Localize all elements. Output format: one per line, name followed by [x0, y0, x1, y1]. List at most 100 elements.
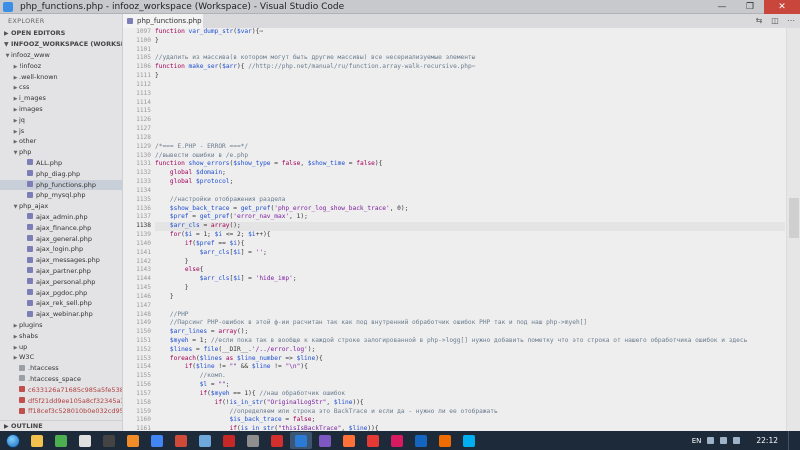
code-line[interactable]: foreach($lines as $line_number => $line)…: [155, 355, 785, 364]
tree-folder[interactable]: ▼ php_ajax: [0, 201, 122, 212]
code-line[interactable]: //определяем или строка это BackTrace и …: [155, 408, 785, 417]
code-line[interactable]: function show_errors($show_type = false,…: [155, 160, 785, 169]
tree-file[interactable]: ff18cef3c528010b0e032cd956f21...: [0, 406, 122, 417]
clock[interactable]: 22:12: [756, 436, 778, 445]
compare-icon[interactable]: ⇆: [754, 14, 764, 28]
outline-section[interactable]: ▶ OUTLINE: [0, 420, 122, 431]
taskbar-app-button[interactable]: [98, 432, 120, 449]
tree-file[interactable]: ajax_webinar.php: [0, 309, 122, 320]
taskbar-app-button[interactable]: [266, 432, 288, 449]
show-desktop-button[interactable]: [788, 431, 794, 450]
taskbar-app-button[interactable]: [410, 432, 432, 449]
tree-file[interactable]: .htaccess_space: [0, 374, 122, 385]
tree-folder[interactable]: ▶ css: [0, 82, 122, 93]
network-icon[interactable]: [707, 437, 715, 444]
tree-folder[interactable]: ▶ images: [0, 104, 122, 115]
volume-icon[interactable]: [720, 437, 728, 444]
code-editor[interactable]: 1097 1100 1101 1105 1106 1111 1112 1113 1114 1115…: [123, 28, 800, 431]
tree-folder[interactable]: ▶ jq: [0, 115, 122, 126]
code-line[interactable]: $myeh = 1; //если пока так в вообще к ка…: [155, 337, 785, 346]
tree-file[interactable]: ajax_messages.php: [0, 255, 122, 266]
taskbar-app-button[interactable]: [170, 432, 192, 449]
maximize-button[interactable]: ❐: [736, 0, 764, 14]
tree-file[interactable]: ajax_personal.php: [0, 277, 122, 288]
code-line[interactable]: [155, 187, 785, 196]
tree-file[interactable]: ajax_finance.php: [0, 223, 122, 234]
tree-file[interactable]: ajax_admin.php: [0, 212, 122, 223]
tree-folder[interactable]: ▼ infooz_www: [0, 50, 122, 61]
code-line[interactable]: [155, 116, 785, 125]
code-line[interactable]: [155, 99, 785, 108]
tree-folder[interactable]: ▶ up: [0, 342, 122, 353]
tree-file[interactable]: php_diag.php: [0, 169, 122, 180]
code-line[interactable]: if(!is_in_str("OriginalLogStr", $line)){: [155, 399, 785, 408]
code-line[interactable]: global $protocol;: [155, 178, 785, 187]
tree-file[interactable]: ALL.php: [0, 158, 122, 169]
tree-file[interactable]: ajax_partner.php: [0, 266, 122, 277]
tree-file[interactable]: ajax_pgdoc.php: [0, 288, 122, 299]
code-line[interactable]: //удалить из массива(в котором могут быт…: [155, 54, 785, 63]
minimize-button[interactable]: —: [708, 0, 736, 14]
code-line[interactable]: //вывести ошибки в /e.php: [155, 152, 785, 161]
code-line[interactable]: if($pref == $i){: [155, 240, 785, 249]
code-line[interactable]: }: [155, 284, 785, 293]
taskbar-app-button[interactable]: [194, 432, 216, 449]
taskbar-app-button[interactable]: [26, 432, 48, 449]
taskbar-app-button[interactable]: [290, 432, 312, 449]
code-line[interactable]: //настройки отображения раздела: [155, 196, 785, 205]
tree-folder[interactable]: ▶ other: [0, 136, 122, 147]
tree-file[interactable]: php_mysql.php: [0, 190, 122, 201]
code-line[interactable]: [155, 134, 785, 143]
tree-file[interactable]: ajax_login.php: [0, 244, 122, 255]
tree-file[interactable]: php_functions.php: [0, 179, 122, 191]
code-line[interactable]: function var_dump_str($var){⋯: [155, 28, 785, 37]
tree-file[interactable]: ajax_general.php: [0, 234, 122, 245]
code-area[interactable]: function var_dump_str($var){⋯} //удалить …: [155, 28, 785, 431]
code-line[interactable]: /*=== E.PHP - ERROR ===*/: [155, 143, 785, 152]
close-button[interactable]: ✕: [764, 0, 800, 14]
code-line[interactable]: $arr_lines = array();: [155, 328, 785, 337]
code-line[interactable]: [155, 107, 785, 116]
code-line[interactable]: //комп.: [155, 372, 785, 381]
tree-folder[interactable]: ▶ W3C: [0, 352, 122, 363]
workspace-section[interactable]: ▼INFOOZ_WORKSPACE (WORKSPACE): [0, 39, 122, 50]
tree-folder[interactable]: ▶ i_mages: [0, 93, 122, 104]
code-line[interactable]: $arr_cls = array();: [155, 222, 785, 232]
code-line[interactable]: $l = "";: [155, 381, 785, 390]
flag-icon[interactable]: [733, 437, 741, 444]
code-line[interactable]: if($myeh == 1){ //наш обработчик ошибок: [155, 390, 785, 399]
code-line[interactable]: //Парсинг PHP-ошибок в этой ф-ии расчита…: [155, 319, 785, 328]
code-line[interactable]: $is_back_trace = false;: [155, 416, 785, 425]
more-actions-icon[interactable]: ⋯: [786, 14, 796, 28]
code-line[interactable]: }: [155, 72, 785, 81]
code-line[interactable]: $arr_cls[$i] = 'hide_imp';: [155, 275, 785, 284]
taskbar-app-button[interactable]: [386, 432, 408, 449]
tree-folder[interactable]: ▶ !infooz: [0, 61, 122, 72]
code-line[interactable]: [155, 46, 785, 55]
scrollbar-thumb[interactable]: [789, 198, 799, 238]
tree-folder[interactable]: ▼ php: [0, 147, 122, 158]
minimap[interactable]: [786, 28, 800, 431]
code-line[interactable]: }: [155, 258, 785, 267]
taskbar-app-button[interactable]: [434, 432, 456, 449]
start-button[interactable]: [0, 431, 26, 450]
code-line[interactable]: [155, 90, 785, 99]
code-line[interactable]: global $domain;: [155, 169, 785, 178]
taskbar-app-button[interactable]: [50, 432, 72, 449]
code-line[interactable]: //PHP: [155, 311, 785, 320]
tree-folder[interactable]: ▶ .well-known: [0, 72, 122, 83]
taskbar-app-button[interactable]: [458, 432, 480, 449]
tree-file[interactable]: .htaccess: [0, 363, 122, 374]
taskbar-app-button[interactable]: [338, 432, 360, 449]
tree-folder[interactable]: ▶ js: [0, 126, 122, 137]
code-line[interactable]: }: [155, 293, 785, 302]
tree-folder[interactable]: ▶ plugins: [0, 320, 122, 331]
code-line[interactable]: $show_back_trace = get_pref('php_error_l…: [155, 205, 785, 214]
code-line[interactable]: if($line != "" && $line != "\n"){: [155, 363, 785, 372]
code-line[interactable]: [155, 302, 785, 311]
language-indicator[interactable]: EN: [692, 437, 702, 445]
code-line[interactable]: $lines = file(__DIR__.'/../error.log');: [155, 346, 785, 355]
code-line[interactable]: $pref = get_pref('error_nav_max', 1);: [155, 213, 785, 222]
code-line[interactable]: [155, 125, 785, 134]
taskbar-app-button[interactable]: [74, 432, 96, 449]
